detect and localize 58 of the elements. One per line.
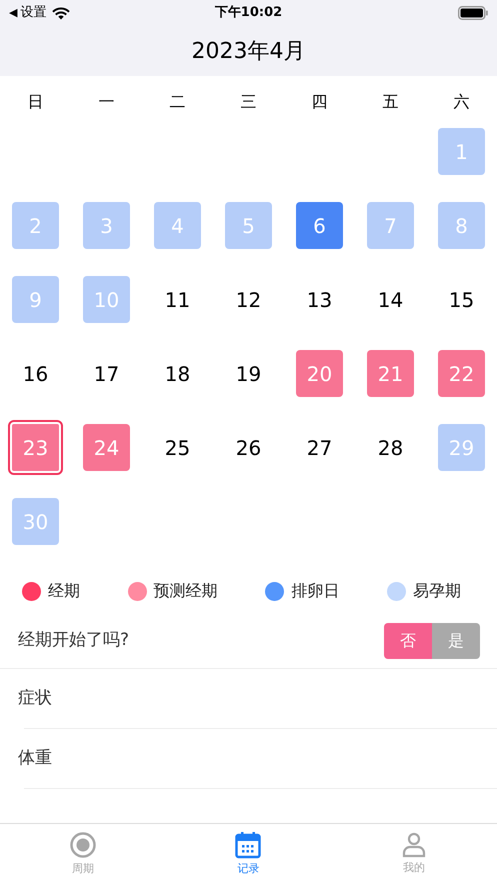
calendar-day[interactable]: 5 bbox=[225, 202, 272, 249]
record-row-label[interactable]: 症状 bbox=[18, 686, 52, 712]
legend-label: 排卵日 bbox=[291, 580, 340, 602]
toggle-option[interactable]: 是 bbox=[432, 623, 480, 659]
tab-bar-item[interactable]: 我的 bbox=[331, 824, 497, 883]
calendar-day[interactable]: 29 bbox=[438, 424, 485, 471]
legend-label: 易孕期 bbox=[412, 580, 461, 602]
calendar-day[interactable]: 4 bbox=[154, 202, 201, 249]
calendar-day[interactable]: 16 bbox=[12, 350, 59, 397]
calendar-day[interactable]: 7 bbox=[367, 202, 414, 249]
calendar-day[interactable]: 3 bbox=[83, 202, 130, 249]
calendar-day[interactable]: 20 bbox=[296, 350, 343, 397]
weekday-label: 二 bbox=[168, 91, 186, 113]
calendar-day[interactable]: 11 bbox=[154, 276, 201, 323]
calendar-day[interactable]: 24 bbox=[83, 424, 130, 471]
calendar-day[interactable]: 27 bbox=[296, 424, 343, 471]
toggle-option[interactable]: 否 bbox=[384, 623, 432, 659]
calendar-day[interactable]: 9 bbox=[12, 276, 59, 323]
legend-label: 预测经期 bbox=[154, 580, 218, 602]
calendar-day[interactable]: 26 bbox=[225, 424, 272, 471]
legend-label: 经期 bbox=[48, 580, 80, 602]
question-label: 经期开始了吗? bbox=[18, 629, 130, 652]
calendar-day[interactable]: 1 bbox=[438, 128, 485, 175]
back-link[interactable]: 设置 bbox=[20, 3, 46, 23]
calendar-day[interactable]: 15 bbox=[438, 276, 485, 323]
tab-bar-item[interactable]: 周期 bbox=[0, 824, 166, 883]
calendar-day[interactable]: 25 bbox=[154, 424, 201, 471]
calendar-day[interactable]: 12 bbox=[225, 276, 272, 323]
calendar-day[interactable]: 8 bbox=[438, 202, 485, 249]
calendar-day[interactable]: 13 bbox=[296, 276, 343, 323]
calendar-day[interactable]: 30 bbox=[12, 498, 59, 545]
calendar-day[interactable]: 22 bbox=[438, 350, 485, 397]
battery-icon bbox=[458, 6, 488, 20]
calendar-day[interactable]: 17 bbox=[83, 350, 130, 397]
weekday-label: 三 bbox=[240, 91, 258, 113]
weekday-label: 六 bbox=[452, 91, 470, 113]
calendar-icon bbox=[235, 831, 262, 860]
calendar-day[interactable]: 6 bbox=[296, 202, 343, 249]
calendar-day[interactable]: 28 bbox=[367, 424, 414, 471]
weekday-label: 一 bbox=[98, 91, 116, 113]
calendar-day[interactable]: 10 bbox=[83, 276, 130, 323]
calendar-day[interactable]: 18 bbox=[154, 350, 201, 397]
weekday-label: 日 bbox=[26, 91, 44, 113]
back-arrow[interactable]: ◀ bbox=[9, 4, 18, 22]
calendar-day[interactable]: 19 bbox=[225, 350, 272, 397]
weekday-label: 五 bbox=[382, 91, 400, 113]
tab-bar-item[interactable]: 记录 bbox=[166, 824, 332, 883]
person-icon bbox=[402, 832, 426, 858]
calendar-day[interactable]: 14 bbox=[367, 276, 414, 323]
record-row-label[interactable]: 体重 bbox=[18, 746, 52, 772]
weekday-label: 四 bbox=[310, 91, 328, 113]
calendar-day[interactable]: 21 bbox=[367, 350, 414, 397]
status-time: 下午10:02 bbox=[214, 4, 282, 22]
wifi-icon bbox=[52, 6, 70, 20]
month-title: 2023年4月 bbox=[192, 38, 306, 66]
calendar-day[interactable]: 23 bbox=[8, 420, 63, 475]
target-icon bbox=[68, 831, 97, 860]
calendar-day[interactable]: 2 bbox=[12, 202, 59, 249]
